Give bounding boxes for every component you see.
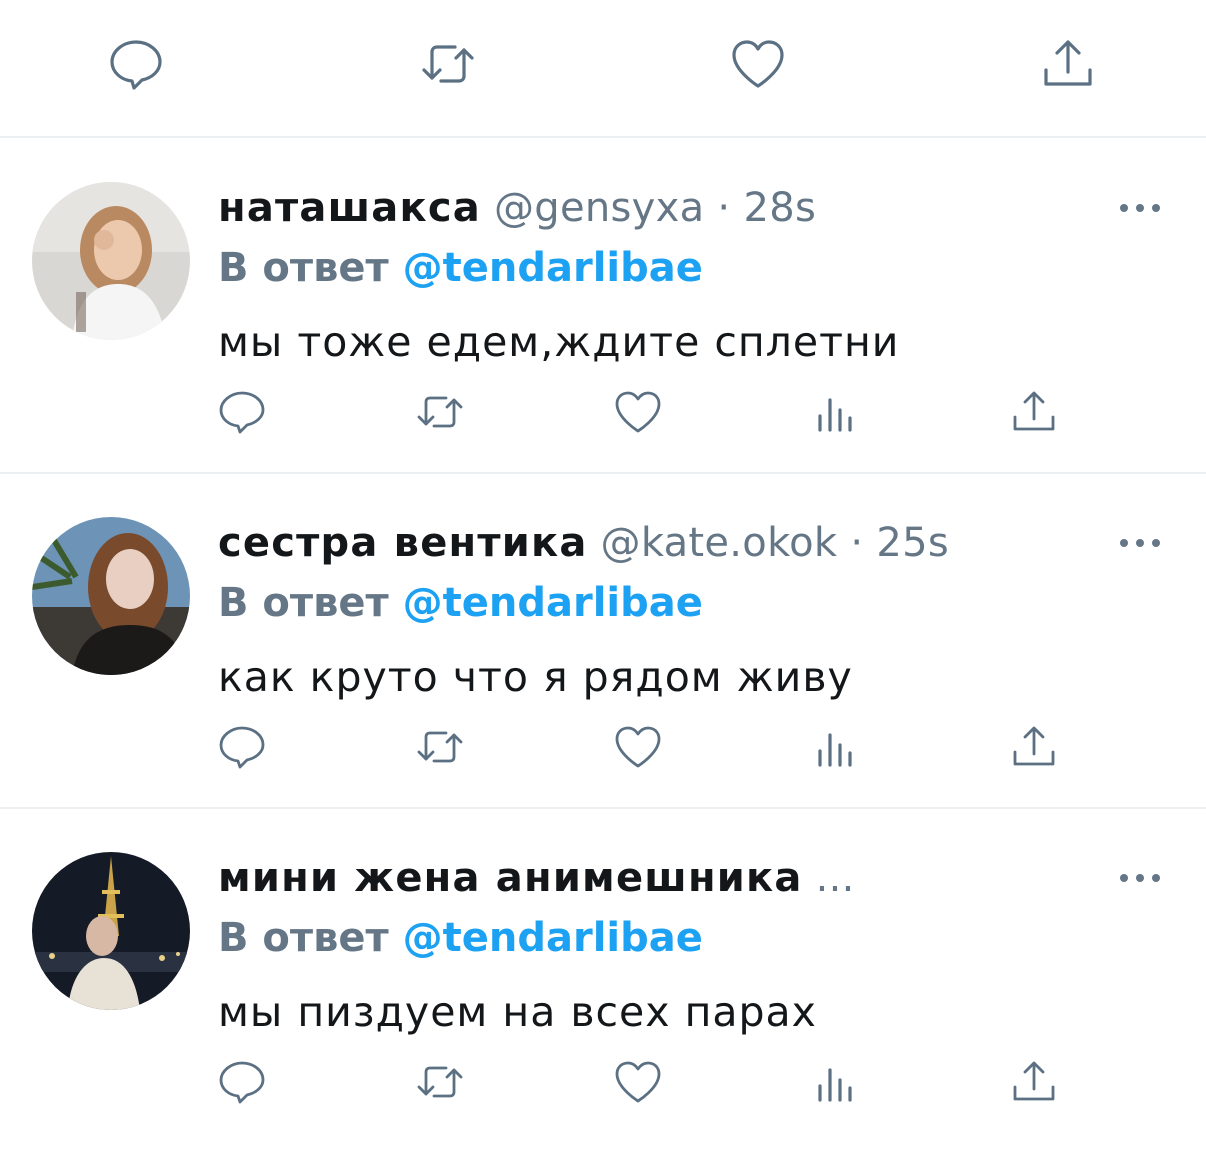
more-dot-icon	[1136, 874, 1144, 882]
user-handle[interactable]: @kate.okok	[601, 520, 838, 566]
more-dot-icon	[1136, 539, 1144, 547]
more-dot-icon	[1152, 874, 1160, 882]
retweet-button[interactable]	[414, 721, 466, 773]
avatar[interactable]	[32, 182, 190, 340]
reply-header: сестра вентика @kate.okok · 25s	[218, 515, 949, 571]
tweet-text: мы пиздуем на всех парах	[218, 988, 817, 1036]
reply-to-label: В ответ	[218, 915, 389, 961]
analytics-icon	[818, 733, 852, 767]
reply-button[interactable]	[216, 386, 268, 438]
analytics-icon	[818, 1068, 852, 1102]
reply-header: мини жена анимешника ...	[218, 850, 855, 906]
reply-button[interactable]	[106, 34, 166, 94]
mention-link[interactable]: @tendarlibae	[403, 915, 703, 961]
share-icon	[1013, 726, 1055, 766]
tweet-text: как круто что я рядом живу	[218, 653, 853, 701]
user-handle[interactable]: @gensyxa	[494, 185, 704, 231]
more-dot-icon	[1152, 204, 1160, 212]
avatar-photo	[32, 182, 190, 340]
more-options-button[interactable]	[1120, 864, 1160, 892]
like-button[interactable]	[728, 34, 788, 94]
share-button[interactable]	[1008, 721, 1060, 773]
reply-tweet[interactable]: сестра вентика @kate.okok · 25s В ответ …	[0, 473, 1206, 809]
separator-dot: ·	[717, 185, 731, 231]
more-dot-icon	[1136, 204, 1144, 212]
share-button[interactable]	[1038, 34, 1098, 94]
reply-tweet[interactable]: наташакса @gensyxa · 28s В ответ @tendar…	[0, 138, 1206, 474]
retweet-icon	[417, 731, 463, 763]
analytics-button[interactable]	[810, 1056, 862, 1108]
display-name[interactable]: наташакса	[218, 185, 481, 231]
replies-screen: наташакса @gensyxa · 28s В ответ @tendar…	[0, 0, 1206, 1150]
avatar[interactable]	[32, 517, 190, 675]
more-dot-icon	[1120, 539, 1128, 547]
share-icon	[1013, 1061, 1055, 1101]
analytics-button[interactable]	[810, 721, 862, 773]
reply-icon	[110, 40, 162, 90]
retweet-button[interactable]	[414, 1056, 466, 1108]
truncation-ellipsis: ...	[815, 855, 855, 901]
reply-icon	[219, 391, 265, 434]
more-options-button[interactable]	[1120, 529, 1160, 557]
analytics-button[interactable]	[810, 386, 862, 438]
like-icon	[615, 391, 661, 433]
avatar[interactable]	[32, 852, 190, 1010]
like-button[interactable]	[612, 1056, 664, 1108]
like-icon	[615, 726, 661, 768]
avatar-photo	[32, 517, 190, 675]
reply-context: В ответ @tendarlibae	[218, 910, 703, 966]
display-name[interactable]: мини жена анимешника	[218, 855, 803, 901]
more-dot-icon	[1120, 204, 1128, 212]
more-dot-icon	[1120, 874, 1128, 882]
mention-link[interactable]: @tendarlibae	[403, 580, 703, 626]
reply-button[interactable]	[216, 1056, 268, 1108]
reply-to-label: В ответ	[218, 580, 389, 626]
display-name[interactable]: сестра вентика	[218, 520, 588, 566]
tweet-text: мы тоже едем,ждите сплетни	[218, 318, 900, 366]
retweet-icon	[417, 1066, 463, 1098]
retweet-icon	[422, 45, 474, 83]
reply-icon	[219, 1061, 265, 1104]
avatar-photo	[32, 852, 190, 1010]
share-icon	[1044, 40, 1092, 86]
mention-link[interactable]: @tendarlibae	[403, 245, 703, 291]
like-icon	[732, 40, 784, 88]
separator-dot: ·	[850, 520, 864, 566]
like-button[interactable]	[612, 386, 664, 438]
more-dot-icon	[1152, 539, 1160, 547]
reply-context: В ответ @tendarlibae	[218, 575, 703, 631]
reply-context: В ответ @tendarlibae	[218, 240, 703, 296]
share-button[interactable]	[1008, 386, 1060, 438]
retweet-button[interactable]	[418, 34, 478, 94]
share-button[interactable]	[1008, 1056, 1060, 1108]
reply-tweet[interactable]: мини жена анимешника ... В ответ @tendar…	[0, 808, 1206, 1142]
tweet-action-bar	[0, 0, 1206, 138]
reply-to-label: В ответ	[218, 245, 389, 291]
more-options-button[interactable]	[1120, 194, 1160, 222]
share-icon	[1013, 391, 1055, 431]
reply-button[interactable]	[216, 721, 268, 773]
like-icon	[615, 1061, 661, 1103]
retweet-button[interactable]	[414, 386, 466, 438]
reply-header: наташакса @gensyxa · 28s	[218, 180, 816, 236]
timestamp[interactable]: 28s	[743, 185, 816, 231]
retweet-icon	[417, 396, 463, 428]
analytics-icon	[818, 398, 852, 432]
timestamp[interactable]: 25s	[876, 520, 949, 566]
reply-icon	[219, 726, 265, 769]
like-button[interactable]	[612, 721, 664, 773]
